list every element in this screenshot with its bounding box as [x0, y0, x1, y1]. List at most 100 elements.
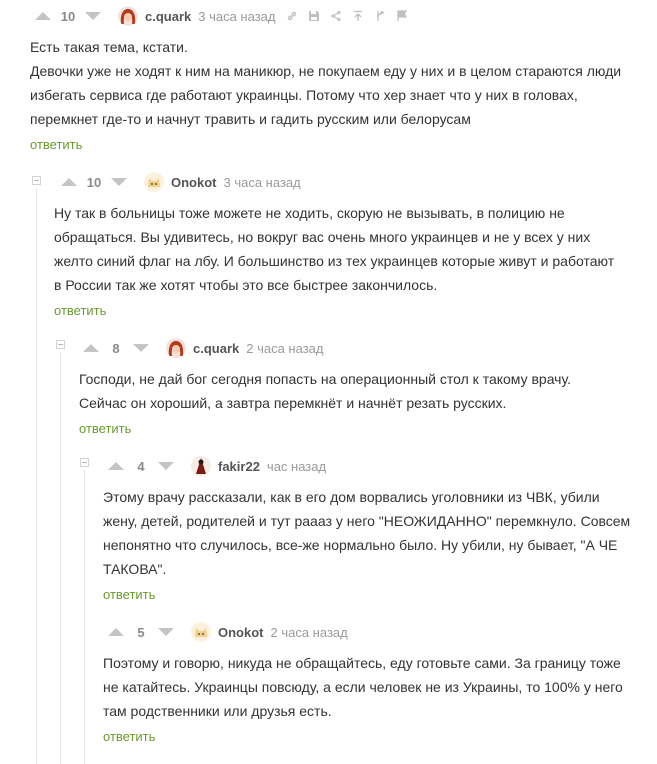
comment-line: Девочки уже не ходят к ним на маникюр, н… — [30, 63, 622, 79]
thread-branch-button[interactable] — [371, 7, 389, 25]
vote-block: 8 — [76, 336, 156, 360]
redhead-avatar-icon — [166, 338, 186, 358]
share-icon — [331, 10, 342, 22]
comment-header: 10 Onokot 3 часа назад — [54, 170, 301, 194]
comment-line: Господи, не дай бог сегодня попасть на о… — [79, 371, 571, 387]
downvote-button[interactable] — [78, 4, 108, 28]
downvote-button[interactable] — [151, 620, 181, 644]
comment-line: в России так же хотят чтобы это все быст… — [54, 277, 438, 293]
share-button[interactable] — [327, 7, 345, 25]
downvote-icon — [133, 344, 149, 352]
upvote-button[interactable] — [101, 620, 131, 644]
comment-line: там родственники или друзья есть. — [103, 703, 332, 719]
comment-thread: 10 c.quark 3 часа назад Есть такая тема,… — [0, 0, 657, 764]
reply-link[interactable]: ответить — [54, 303, 106, 318]
reply-link[interactable]: ответить — [103, 587, 155, 602]
upvote-button[interactable] — [54, 170, 84, 194]
comment-line: Ну так в больницы тоже можете не ходить,… — [54, 205, 565, 221]
author-name[interactable]: fakir22 — [218, 459, 260, 474]
downvote-button[interactable] — [104, 170, 134, 194]
vote-block: 10 — [54, 170, 134, 194]
upvote-icon — [108, 462, 124, 470]
user-avatar[interactable] — [191, 622, 211, 642]
author-name[interactable]: Onokot — [171, 175, 217, 190]
downvote-icon — [85, 12, 101, 20]
cat-avatar-icon — [144, 172, 164, 192]
upvote-icon — [61, 178, 77, 186]
comment-time[interactable]: 2 часа назад — [246, 341, 323, 356]
comment-body: Господи, не дай бог сегодня попасть на о… — [79, 367, 649, 415]
cat-avatar-icon — [191, 622, 211, 642]
branch-icon — [377, 10, 385, 21]
downvote-button[interactable] — [151, 454, 181, 478]
link-button[interactable] — [283, 7, 301, 25]
link-icon — [288, 11, 297, 21]
author-name[interactable]: Onokot — [218, 625, 264, 640]
upvote-icon — [83, 344, 99, 352]
downvote-icon — [158, 462, 174, 470]
comment-line: ТАКОВА". — [103, 561, 167, 577]
downvote-button[interactable] — [126, 336, 156, 360]
upvote-button[interactable] — [76, 336, 106, 360]
comment-time[interactable]: 2 часа назад — [271, 625, 348, 640]
comment-tools — [283, 7, 415, 25]
author-name[interactable]: c.quark — [145, 9, 191, 24]
comment-line: Есть такая тема, кстати. — [30, 39, 188, 55]
upvote-button[interactable] — [101, 454, 131, 478]
comment-rating: 4 — [137, 458, 145, 474]
comment-line: жену, детей, родителей и тут рааaз у нег… — [103, 513, 631, 529]
reply-link[interactable]: ответить — [30, 137, 82, 152]
upvote-button[interactable] — [28, 4, 58, 28]
comment-body: Ну так в больницы тоже можете не ходить,… — [54, 201, 654, 297]
save-button[interactable] — [305, 7, 323, 25]
collapse-toggle[interactable] — [80, 458, 89, 467]
comment-body: Есть такая тема, кстати. Девочки уже не … — [30, 35, 650, 131]
report-button[interactable] — [393, 7, 411, 25]
comment-line: Поэтому и говорю, никуда не обращайтесь,… — [103, 655, 621, 671]
reply-link[interactable]: ответить — [79, 421, 131, 436]
robe-avatar-icon — [191, 456, 211, 476]
go-to-parent-button[interactable] — [349, 7, 367, 25]
comment-line: не катайтесь. Украинцы повсюду, а если ч… — [103, 679, 623, 695]
thread-line-level-2[interactable] — [60, 352, 61, 764]
comment-header: 5 Onokot 2 часа назад — [101, 620, 348, 644]
arrow-up-to-top-icon — [354, 10, 363, 21]
comment-line: избегать сервиса где работают украинцы. … — [30, 87, 578, 103]
thread-line-level-1[interactable] — [36, 188, 37, 764]
upvote-icon — [108, 628, 124, 636]
user-avatar[interactable] — [191, 456, 211, 476]
user-avatar[interactable] — [166, 338, 186, 358]
downvote-icon — [158, 628, 174, 636]
comment-time[interactable]: 3 часа назад — [224, 175, 301, 190]
collapse-toggle[interactable] — [32, 176, 41, 185]
comment-rating: 10 — [60, 8, 76, 24]
comment-line: желто синий флаг на лбу. И большинство и… — [54, 253, 615, 269]
comment-rating: 8 — [112, 340, 120, 356]
user-avatar[interactable] — [118, 6, 138, 26]
comment-body: Этому врачу рассказали, как в его дом во… — [103, 485, 653, 581]
comment-line: непонятно что случилось, все-же нормальн… — [103, 537, 618, 553]
flag-icon — [397, 10, 408, 21]
comment-rating: 5 — [137, 624, 145, 640]
comment-header: 8 c.quark 2 часа назад — [76, 336, 323, 360]
vote-block: 5 — [101, 620, 181, 644]
user-avatar[interactable] — [144, 172, 164, 192]
vote-block: 10 — [28, 4, 108, 28]
comment-time[interactable]: час назад — [267, 459, 326, 474]
save-icon — [309, 11, 320, 21]
comment-line: перемкнет где-то и начнут травить и гади… — [30, 111, 471, 127]
collapse-toggle[interactable] — [56, 340, 65, 349]
redhead-avatar-icon — [118, 6, 138, 26]
comment-time[interactable]: 3 часа назад — [198, 9, 275, 24]
upvote-icon — [35, 12, 51, 20]
comment-body: Поэтому и говорю, никуда не обращайтесь,… — [103, 651, 653, 723]
comment-header: 10 c.quark 3 часа назад — [28, 4, 415, 28]
comment-line: Сейчас он хороший, а завтра перемкнёт и … — [79, 395, 507, 411]
author-name[interactable]: c.quark — [193, 341, 239, 356]
comment-line: Этому врачу рассказали, как в его дом во… — [103, 489, 600, 505]
thread-line-level-3[interactable] — [84, 470, 85, 764]
reply-link[interactable]: ответить — [103, 729, 155, 744]
comment-header: 4 fakir22 час назад — [101, 454, 326, 478]
comment-line: обращаться. Вы удивитесь, но вокруг вас … — [54, 229, 591, 245]
downvote-icon — [111, 178, 127, 186]
